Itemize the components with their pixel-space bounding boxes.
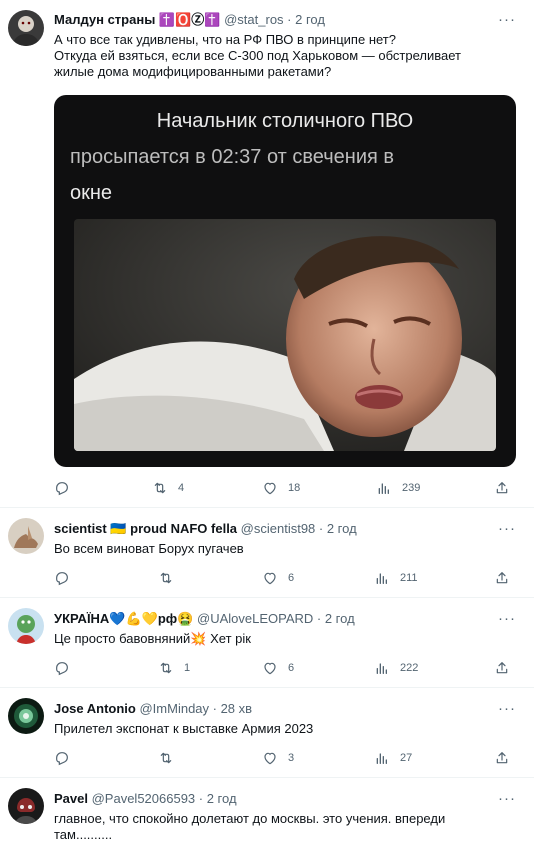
share-icon: [494, 750, 510, 766]
retweet-button[interactable]: [158, 568, 184, 588]
views-button[interactable]: 27: [374, 748, 412, 768]
more-icon[interactable]: ···: [498, 521, 516, 536]
like-button[interactable]: 6: [262, 568, 294, 588]
meme-photo: [74, 219, 496, 451]
views-button[interactable]: 211: [374, 568, 418, 588]
tweet-header: scientist 🇺🇦 proud NAFO fella @scientist…: [54, 521, 357, 537]
author-name[interactable]: УКРАЇНА💙💪💛рф🤮: [54, 611, 193, 626]
view-count: 239: [402, 482, 421, 494]
tweet-header: УКРАЇНА💙💪💛рф🤮 @UAloveLEOPARD · 2 год: [54, 611, 355, 627]
like-count: 3: [288, 752, 295, 764]
more-icon[interactable]: ···: [498, 611, 516, 626]
reply-icon: [54, 750, 70, 766]
reply-button[interactable]: [54, 478, 80, 498]
avatar[interactable]: [8, 10, 44, 46]
author-handle[interactable]: @UAloveLEOPARD · 2 год: [197, 611, 355, 626]
retweet-icon: [158, 570, 174, 586]
tweet-text: главное, что спокойно долетают до москвы…: [54, 811, 446, 842]
tweet-text: А что все так удивлены, что на РФ ПВО в …: [54, 32, 461, 79]
retweet-icon: [158, 660, 174, 676]
like-icon: [262, 570, 278, 586]
author-name[interactable]: Малдун страны ✝️🅾️Ⓩ✝️: [54, 12, 220, 27]
reply-tweet[interactable]: УКРАЇНА💙💪💛рф🤮 @UAloveLEOPARD · 2 год ···…: [0, 598, 534, 688]
more-icon[interactable]: ···: [498, 701, 516, 716]
like-count: 6: [288, 662, 295, 674]
more-icon[interactable]: ···: [498, 12, 516, 27]
author-handle[interactable]: @stat_ros · 2 год: [224, 12, 325, 27]
like-count: 18: [288, 482, 301, 494]
like-icon: [262, 750, 278, 766]
share-button[interactable]: [494, 568, 520, 588]
author-name[interactable]: Pavel: [54, 791, 88, 806]
like-icon: [262, 480, 278, 496]
share-button[interactable]: [494, 748, 520, 768]
share-icon: [494, 480, 510, 496]
share-icon: [494, 570, 510, 586]
reply-tweet[interactable]: scientist 🇺🇦 proud NAFO fella @scientist…: [0, 508, 534, 598]
tweet-actions: 3 27: [54, 748, 514, 768]
retweet-count: 4: [178, 482, 185, 494]
author-name[interactable]: Jose Antonio: [54, 701, 136, 716]
view-count: 27: [400, 752, 413, 764]
views-icon: [374, 660, 390, 676]
share-button[interactable]: [494, 478, 520, 498]
share-button[interactable]: [494, 658, 520, 678]
meme-caption: Начальник столичного ПВО просыпается в 0…: [70, 110, 414, 204]
avatar[interactable]: [8, 788, 44, 824]
view-count: 222: [400, 662, 419, 674]
retweet-icon: [158, 750, 174, 766]
reply-button[interactable]: [54, 748, 80, 768]
like-count: 6: [288, 572, 295, 584]
reply-button[interactable]: [54, 658, 80, 678]
view-count: 211: [400, 572, 418, 584]
retweet-count: 1: [184, 662, 191, 674]
like-button[interactable]: 18: [262, 478, 300, 498]
views-button[interactable]: 222: [374, 658, 418, 678]
avatar[interactable]: [8, 608, 44, 644]
tweet-header: Малдун страны ✝️🅾️Ⓩ✝️ @stat_ros · 2 год: [54, 12, 325, 28]
reply-icon: [54, 660, 70, 676]
retweet-button[interactable]: 4: [152, 478, 184, 498]
author-handle[interactable]: @Pavel52066593 · 2 год: [92, 791, 237, 806]
views-button[interactable]: 239: [376, 478, 420, 498]
tweet-text: Це просто бавовняний💥 Хет рік: [54, 631, 251, 646]
views-icon: [376, 480, 392, 496]
tweet-main[interactable]: Малдун страны ✝️🅾️Ⓩ✝️ @stat_ros · 2 год …: [0, 0, 534, 508]
reply-tweet[interactable]: Pavel @Pavel52066593 · 2 год ··· главное…: [0, 778, 534, 853]
like-button[interactable]: 3: [262, 748, 294, 768]
reply-button[interactable]: [54, 568, 80, 588]
retweet-button[interactable]: [158, 748, 184, 768]
author-name[interactable]: scientist 🇺🇦 proud NAFO fella: [54, 521, 237, 536]
views-icon: [374, 570, 390, 586]
reply-icon: [54, 570, 70, 586]
tweet-header: Jose Antonio @ImMinday · 28 хв: [54, 701, 252, 717]
avatar[interactable]: [8, 518, 44, 554]
avatar[interactable]: [8, 698, 44, 734]
retweet-icon: [152, 480, 168, 496]
tweet-media[interactable]: Начальник столичного ПВО просыпается в 0…: [54, 95, 516, 467]
like-button[interactable]: 6: [262, 658, 294, 678]
like-icon: [262, 660, 278, 676]
views-icon: [374, 750, 390, 766]
share-icon: [494, 660, 510, 676]
retweet-button[interactable]: 1: [158, 658, 190, 678]
reply-tweet[interactable]: Jose Antonio @ImMinday · 28 хв ··· Приле…: [0, 688, 534, 778]
more-icon[interactable]: ···: [498, 791, 516, 806]
tweet-text: Во всем виноват Борух пугачев: [54, 541, 244, 556]
reply-icon: [54, 480, 70, 496]
author-handle[interactable]: @ImMinday · 28 хв: [139, 701, 252, 716]
tweet-actions: 6 211: [54, 568, 514, 588]
author-handle[interactable]: @scientist98 · 2 год: [241, 521, 357, 536]
tweet-actions: 4 18 239: [54, 478, 514, 498]
tweet-header: Pavel @Pavel52066593 · 2 год: [54, 791, 237, 807]
tweet-text: Прилетел экспонат к выставке Армия 2023: [54, 721, 314, 736]
tweet-actions: 1 6 222: [54, 658, 514, 678]
